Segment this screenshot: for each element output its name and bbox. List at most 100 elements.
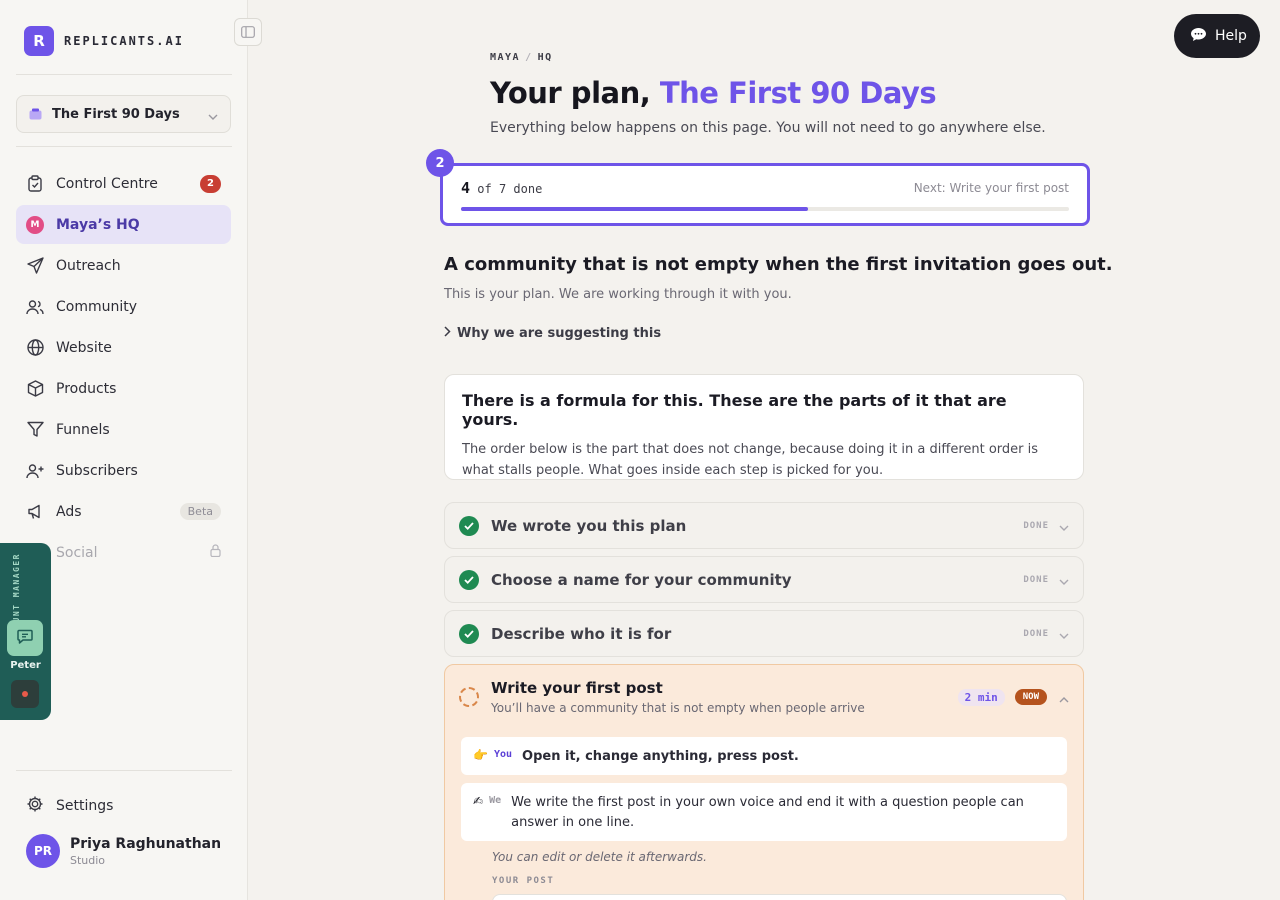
- nav-label: Social: [56, 544, 98, 561]
- globe-icon: [26, 339, 44, 357]
- nav-item-subscribers[interactable]: Subscribers: [16, 451, 231, 490]
- step-number-badge: 2: [426, 149, 454, 177]
- goal-heading: A community that is not empty when the f…: [444, 254, 1113, 275]
- send-icon: [26, 257, 44, 275]
- brand[interactable]: R REPLICANTS.AI: [24, 26, 184, 56]
- done-tag: DONE: [1023, 574, 1049, 585]
- active-step-card: Write your first post You’ll have a comm…: [444, 664, 1084, 900]
- breadcrumb-separator: /: [525, 52, 533, 63]
- step-done[interactable]: Describe who it is for DONE: [444, 610, 1084, 657]
- post-textarea[interactable]: [492, 894, 1067, 900]
- active-step-title: Write your first post: [491, 679, 663, 697]
- progress-bar-fill: [461, 207, 808, 211]
- nav-item-outreach[interactable]: Outreach: [16, 246, 231, 285]
- record-button[interactable]: [11, 680, 39, 708]
- pointing-hand-icon: 👉: [473, 748, 488, 762]
- step-label: We wrote you this plan: [491, 516, 687, 535]
- progress-count: 4 of 7 done: [461, 179, 542, 197]
- divider: [16, 146, 232, 147]
- main-nav: Control Centre 2 M Maya’s HQ Outreach Co…: [16, 164, 231, 574]
- lock-icon: [210, 544, 221, 561]
- next-step-label: Next: Write your first post: [913, 181, 1069, 195]
- clipboard-icon: [26, 175, 44, 193]
- check-icon: [459, 515, 479, 536]
- nav-label: Control Centre: [56, 175, 158, 192]
- nav-label: Funnels: [56, 421, 110, 438]
- nav-item-products[interactable]: Products: [16, 369, 231, 408]
- page-title: Your plan, The First 90 Days: [490, 76, 937, 110]
- user-name: Priya Raghunathan: [70, 835, 222, 852]
- funnel-icon: [26, 421, 44, 439]
- divider: [16, 770, 232, 771]
- settings-link[interactable]: Settings: [26, 795, 113, 817]
- title-accent: The First 90 Days: [659, 76, 937, 110]
- writing-hand-icon: ✍: [473, 794, 484, 808]
- formula-card: There is a formula for this. These are t…: [444, 374, 1084, 480]
- account-manager-name: Peter: [10, 660, 41, 671]
- beta-pill: Beta: [179, 503, 221, 520]
- nav-item-ads[interactable]: Ads Beta: [16, 492, 231, 531]
- chat-button[interactable]: [7, 620, 43, 656]
- step-done[interactable]: Choose a name for your community DONE: [444, 556, 1084, 603]
- you-task-text: Open it, change anything, press post.: [522, 749, 799, 764]
- settings-label: Settings: [56, 798, 114, 814]
- nav-label: Ads: [56, 503, 82, 520]
- formula-title: There is a formula for this. These are t…: [462, 391, 1007, 429]
- breadcrumb-maya[interactable]: MAYA: [490, 52, 520, 63]
- we-label: We: [489, 795, 502, 806]
- account-manager-widget: ACCOUNT MANAGER Peter: [0, 543, 51, 720]
- breadcrumb: MAYA / HQ: [490, 52, 553, 63]
- nav-label: Outreach: [56, 257, 121, 274]
- brand-logo: R: [24, 26, 54, 56]
- progress-bar: [461, 207, 1069, 211]
- formula-body: The order below is the part that does no…: [462, 442, 1039, 478]
- nav-label: Maya’s HQ: [56, 216, 140, 233]
- megaphone-icon: [26, 503, 44, 521]
- chevron-down-icon: [1059, 570, 1069, 589]
- progress-of: of 7 done: [477, 182, 543, 196]
- why-disclosure[interactable]: Why we are suggesting this: [444, 326, 661, 341]
- now-tag: NOW: [1014, 689, 1047, 705]
- post-field-label: YOUR POST: [492, 876, 555, 886]
- check-icon: [459, 569, 479, 590]
- chat-bubble-icon: [1190, 27, 1207, 46]
- why-label: Why we are suggesting this: [457, 326, 662, 341]
- record-dot-icon: [22, 691, 28, 697]
- help-label: Help: [1215, 28, 1247, 44]
- nav-label: Website: [56, 339, 112, 356]
- step-label: Choose a name for your community: [491, 570, 792, 589]
- plan-selector[interactable]: The First 90 Days: [16, 95, 231, 133]
- users-icon: [26, 298, 44, 316]
- pending-circle-icon: [459, 687, 479, 707]
- done-tag: DONE: [1023, 628, 1049, 639]
- page-subtitle: Everything below happens on this page. Y…: [490, 120, 1046, 136]
- you-task-row: 👉 You Open it, change anything, press po…: [461, 737, 1067, 775]
- you-label: You: [493, 749, 513, 760]
- active-step-header[interactable]: Write your first post You’ll have a comm…: [459, 677, 1069, 717]
- progress-card: 4 of 7 done Next: Write your first post: [440, 163, 1090, 226]
- we-task-row: ✍ We We write the first post in your own…: [461, 783, 1067, 841]
- nav-item-control-centre[interactable]: Control Centre 2: [16, 164, 231, 203]
- breadcrumb-hq: HQ: [537, 52, 553, 63]
- plan-selector-label: The First 90 Days: [52, 106, 180, 122]
- check-icon: [459, 623, 479, 644]
- help-button[interactable]: Help: [1174, 14, 1260, 58]
- time-estimate-tag: 2 min: [957, 688, 1005, 706]
- nav-item-community[interactable]: Community: [16, 287, 231, 326]
- nav-item-mayas-hq[interactable]: M Maya’s HQ: [16, 205, 231, 244]
- avatar: PR: [26, 834, 60, 868]
- brand-name: REPLICANTS.AI: [64, 34, 184, 48]
- user-profile[interactable]: PR Priya Raghunathan Studio: [26, 834, 221, 868]
- chat-icon: [17, 629, 33, 648]
- maya-avatar-icon: M: [26, 215, 44, 234]
- step-done[interactable]: We wrote you this plan DONE: [444, 502, 1084, 549]
- nav-item-funnels[interactable]: Funnels: [16, 410, 231, 449]
- subscribers-icon: [26, 462, 44, 480]
- user-role: Studio: [70, 853, 106, 867]
- nav-item-website[interactable]: Website: [16, 328, 231, 367]
- sidebar-toggle-button[interactable]: [234, 18, 262, 46]
- plan-icon: [29, 105, 42, 124]
- chevron-up-icon: [1059, 688, 1069, 707]
- done-tag: DONE: [1023, 520, 1049, 531]
- gear-icon: [26, 795, 44, 817]
